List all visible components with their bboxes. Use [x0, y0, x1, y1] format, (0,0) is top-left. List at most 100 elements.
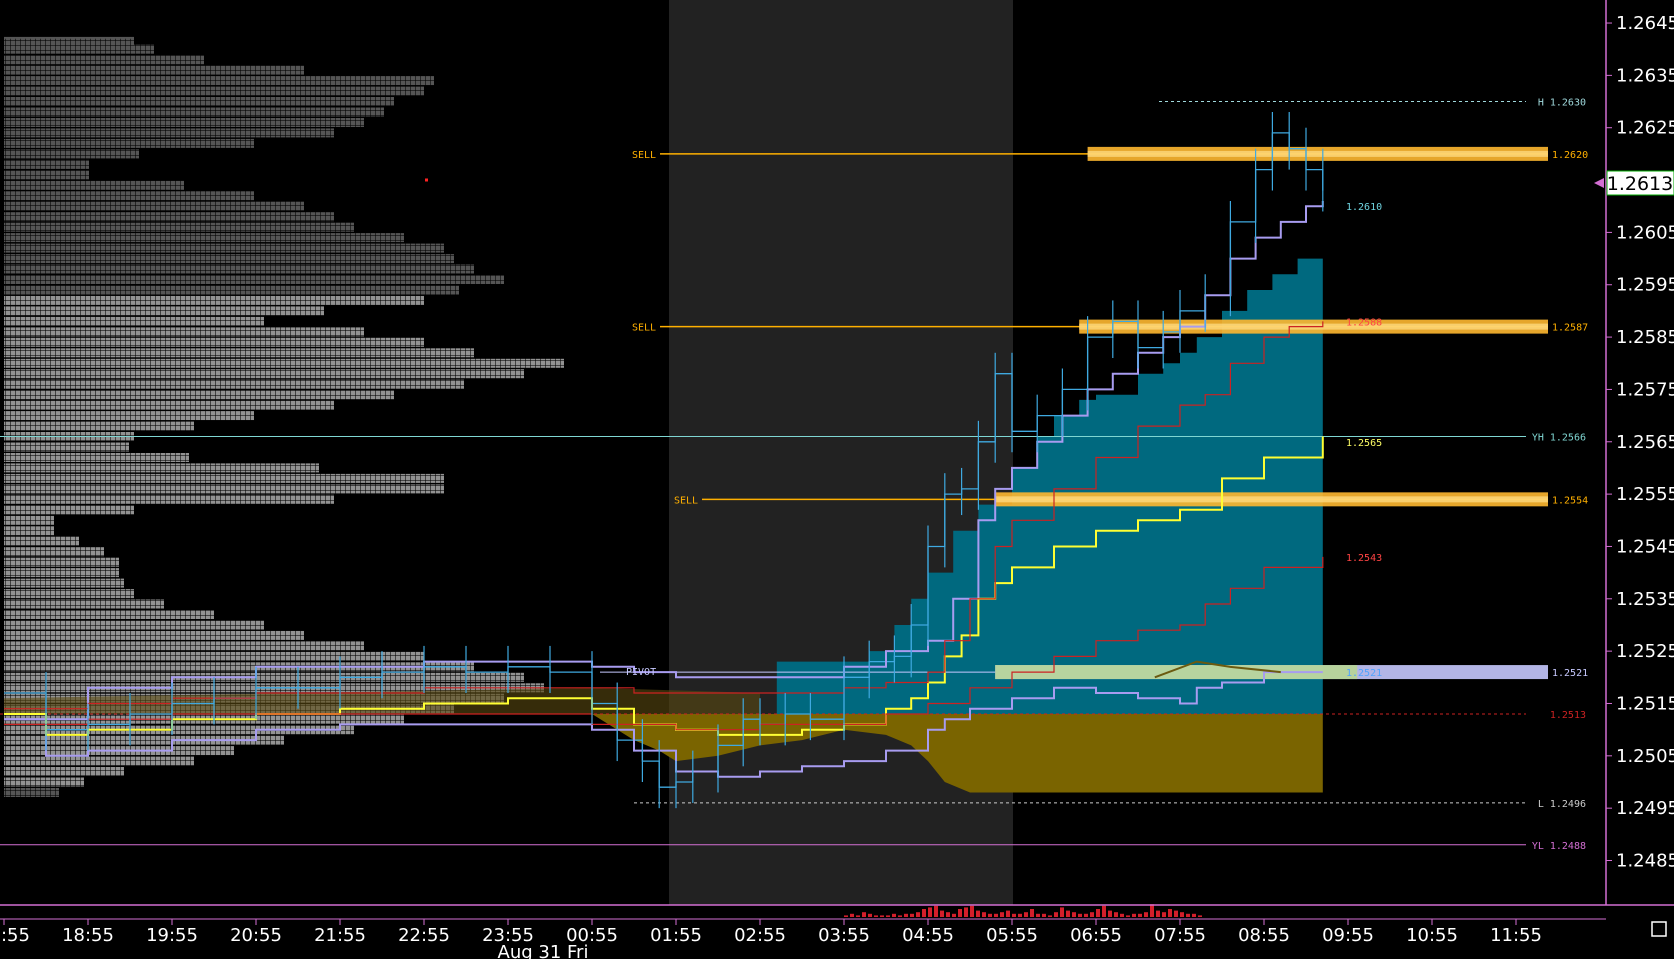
sell-tag: SELL [632, 150, 656, 161]
volume-bar [856, 915, 860, 917]
x-tick-label: 21:55 [314, 925, 366, 946]
volume-bar [862, 912, 866, 917]
x-tick-label: 08:55 [1238, 925, 1290, 946]
volume-bar [1120, 913, 1124, 917]
y-tick-label: 1.2585 [1616, 327, 1674, 348]
volume-bar [1036, 913, 1040, 917]
volume-bar [1180, 912, 1184, 917]
x-tick-label: 04:55 [902, 925, 954, 946]
volume-bar [910, 913, 914, 917]
volume-bar [952, 913, 956, 917]
volume-bar [1054, 912, 1058, 917]
current-price-label: 1.2613 [1607, 173, 1673, 195]
volume-bar [1186, 913, 1190, 917]
x-tick-label: 07:55 [1154, 925, 1206, 946]
volume-bar [1096, 909, 1100, 917]
volume-bar [1144, 912, 1148, 917]
x-tick-label: 17:55 [0, 925, 30, 946]
y-tick-label: 1.2545 [1616, 536, 1674, 557]
volume-bar [1192, 913, 1196, 917]
volume-bar [886, 915, 890, 917]
volume-bar [922, 909, 926, 917]
x-tick-label: 05:55 [986, 925, 1038, 946]
volume-bar [1102, 905, 1106, 917]
volume-bar [1108, 910, 1112, 917]
pivot-price-label: 1.2521 [1552, 668, 1588, 679]
sell-zone-core [1087, 150, 1548, 157]
volume-bar [1090, 912, 1094, 917]
volume-bar [1168, 909, 1172, 917]
x-tick-label: 11:55 [1490, 925, 1542, 946]
volume-bar [994, 913, 998, 917]
current-price-badge[interactable]: 1.2613 [1594, 170, 1674, 196]
level-label: H 1.2630 [1538, 98, 1586, 109]
volume-bar [958, 909, 962, 917]
volume-bar [970, 905, 974, 917]
volume-bar [934, 905, 938, 917]
sell-price-label: 1.2587 [1552, 323, 1588, 334]
volume-bar [928, 907, 932, 917]
volume-bar [1150, 904, 1154, 917]
y-tick-label: 1.2625 [1616, 118, 1674, 139]
x-tick-label: 10:55 [1406, 925, 1458, 946]
x-tick-label: 20:55 [230, 925, 282, 946]
volume-bar [1084, 913, 1088, 917]
profile-marker [425, 178, 428, 182]
volume-bar [940, 910, 944, 917]
x-tick-label: 01:55 [650, 925, 702, 946]
level-label: YH 1.2566 [1532, 433, 1586, 444]
volume-bar [1078, 913, 1082, 917]
inner-label: 1.2521 [1346, 668, 1382, 679]
volume-bar [874, 915, 878, 917]
volume-bar [916, 912, 920, 917]
volume-bar [1042, 913, 1046, 917]
inner-label: 1.2543 [1346, 553, 1382, 564]
volume-bar [964, 907, 968, 917]
volume-bar [1012, 913, 1016, 917]
volume-bar [1132, 913, 1136, 917]
volume-bar [1126, 915, 1130, 917]
volume-bar [844, 915, 848, 917]
volume-bar [1018, 913, 1022, 917]
fx-chart[interactable]: H 1.2630 YH 1.2566 1.2513 L 1.2496 YL 1.2488… [0, 0, 1674, 959]
volume-bar [1000, 912, 1004, 917]
x-tick-label: 06:55 [1070, 925, 1122, 946]
volume-bar [1066, 910, 1070, 917]
pivot-tag: PIVOT [626, 667, 656, 678]
volume-bar [1048, 915, 1052, 917]
y-tick-label: 1.2635 [1616, 65, 1674, 86]
volume-bar [1030, 909, 1034, 917]
y-tick-label: 1.2485 [1616, 851, 1674, 872]
y-tick-label: 1.2565 [1616, 432, 1674, 453]
volume-bar [946, 912, 950, 917]
volume-bar [1198, 915, 1202, 917]
inner-label: 1.2588 [1346, 317, 1382, 328]
y-tick-label: 1.2535 [1616, 589, 1674, 610]
volume-bar [892, 913, 896, 917]
volume-bar [850, 913, 854, 917]
volume-bar [1156, 910, 1160, 917]
y-tick-label: 1.2505 [1616, 746, 1674, 767]
date-label: Aug 31 Fri [498, 942, 589, 959]
volume-bar [1174, 910, 1178, 917]
y-tick-label: 1.2595 [1616, 275, 1674, 296]
volume-bar [1072, 912, 1076, 917]
inner-label: 1.2610 [1346, 202, 1382, 213]
y-tick-label: 1.2575 [1616, 379, 1674, 400]
volume-bar [1024, 912, 1028, 917]
sell-tag: SELL [632, 323, 656, 334]
volume-bar [982, 912, 986, 917]
y-tick-label: 1.2605 [1616, 222, 1674, 243]
volume-bar [880, 915, 884, 917]
inner-label: 1.2565 [1346, 438, 1382, 449]
x-tick-label: 19:55 [146, 925, 198, 946]
sell-price-label: 1.2620 [1552, 150, 1588, 161]
x-tick-label: 03:55 [818, 925, 870, 946]
volume-bar [988, 913, 992, 917]
y-tick-label: 1.2515 [1616, 693, 1674, 714]
y-tick-label: 1.2555 [1616, 484, 1674, 505]
x-tick-label: 02:55 [734, 925, 786, 946]
level-label: L 1.2496 [1538, 799, 1586, 810]
volume-bar [904, 913, 908, 917]
y-tick-label: 1.2645 [1616, 13, 1674, 34]
